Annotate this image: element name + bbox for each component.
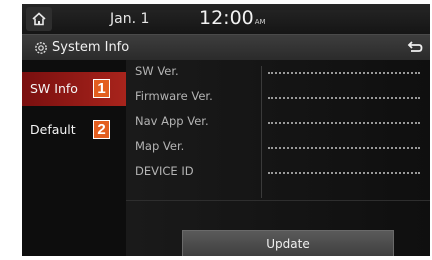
clock-display: 12:00AM: [199, 7, 266, 29]
clock-time: 12:00: [199, 7, 254, 29]
info-label-firmware-ver: Firmware Ver.: [135, 89, 213, 103]
callout-badge: 2: [93, 120, 110, 139]
info-value-firmware-ver: [268, 97, 420, 99]
head-unit-screen: Jan. 1 12:00AM System Info SW Info 1 Def…: [22, 4, 430, 256]
sidebar-item-sw-info[interactable]: SW Info 1: [22, 72, 126, 106]
info-panel: SW Ver. Firmware Ver. Nav App Ver. Map V…: [126, 60, 430, 256]
home-button[interactable]: [26, 7, 52, 31]
sidebar-menu: SW Info 1 Default 2: [22, 60, 126, 256]
date-display: Jan. 1: [110, 11, 150, 27]
clock-ampm: AM: [254, 18, 266, 26]
info-label-device-id: DEVICE ID: [135, 164, 194, 178]
info-value-map-ver: [268, 147, 420, 149]
info-value-device-id: [268, 172, 420, 174]
info-label-map-ver: Map Ver.: [135, 139, 185, 153]
back-button[interactable]: [400, 37, 430, 59]
back-icon: [407, 41, 423, 52]
sidebar-item-label: Default: [30, 122, 76, 137]
sidebar-item-label: SW Info: [30, 81, 78, 96]
update-button[interactable]: Update: [182, 230, 394, 256]
title-bar: System Info: [22, 34, 430, 61]
sidebar-item-default[interactable]: Default 2: [22, 113, 126, 147]
callout-badge: 1: [93, 79, 110, 98]
column-separator: [261, 66, 262, 198]
page-title: System Info: [52, 40, 130, 55]
status-bar: Jan. 1 12:00AM: [22, 4, 430, 34]
divider: [126, 200, 430, 201]
info-value-nav-app-ver: [268, 122, 420, 124]
info-label-nav-app-ver: Nav App Ver.: [135, 114, 209, 128]
info-value-sw-ver: [268, 72, 420, 74]
home-icon: [32, 12, 46, 26]
gear-icon: [35, 42, 47, 54]
info-label-sw-ver: SW Ver.: [135, 64, 179, 78]
